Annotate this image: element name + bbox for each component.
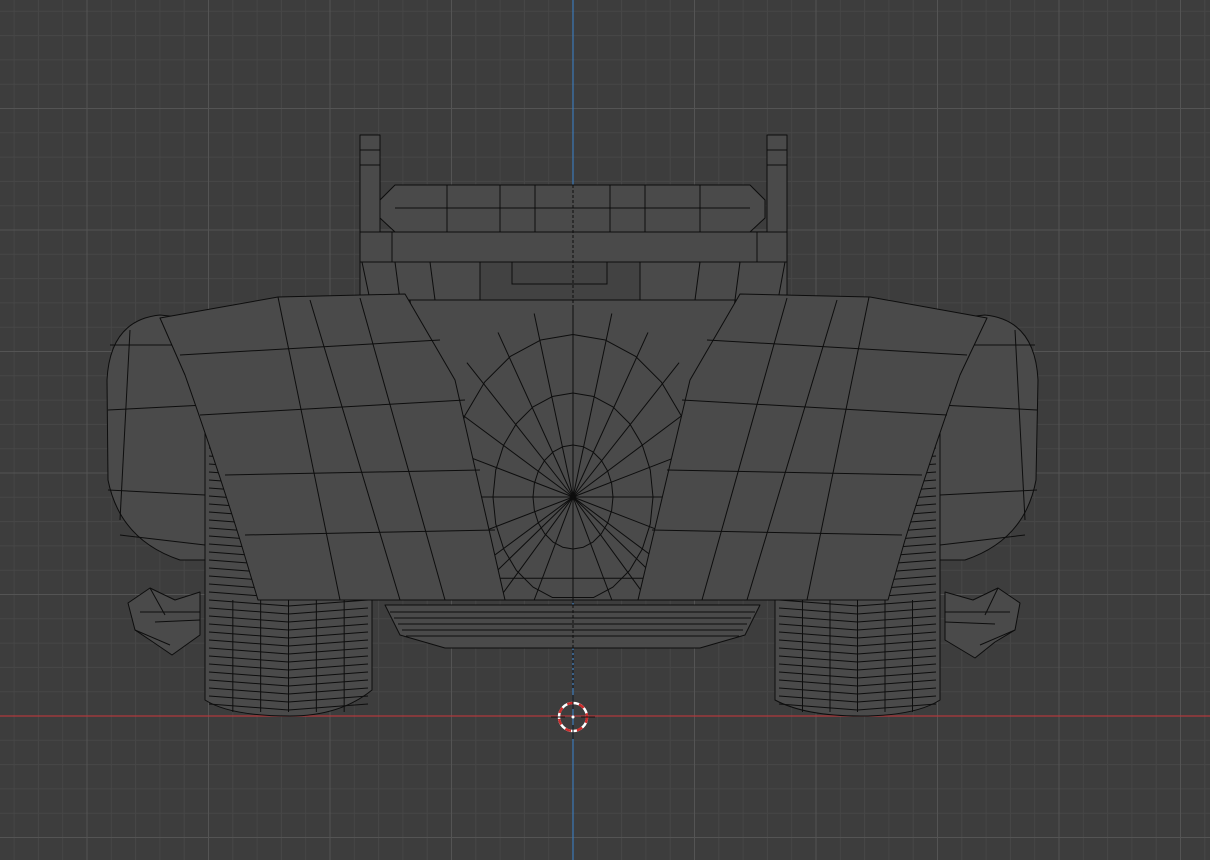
3d-cursor-icon[interactable]	[551, 695, 595, 739]
exhaust-right-icon[interactable]	[944, 587, 1021, 659]
3d-viewport[interactable]	[0, 0, 1210, 860]
exhaust-left-icon[interactable]	[127, 587, 201, 656]
